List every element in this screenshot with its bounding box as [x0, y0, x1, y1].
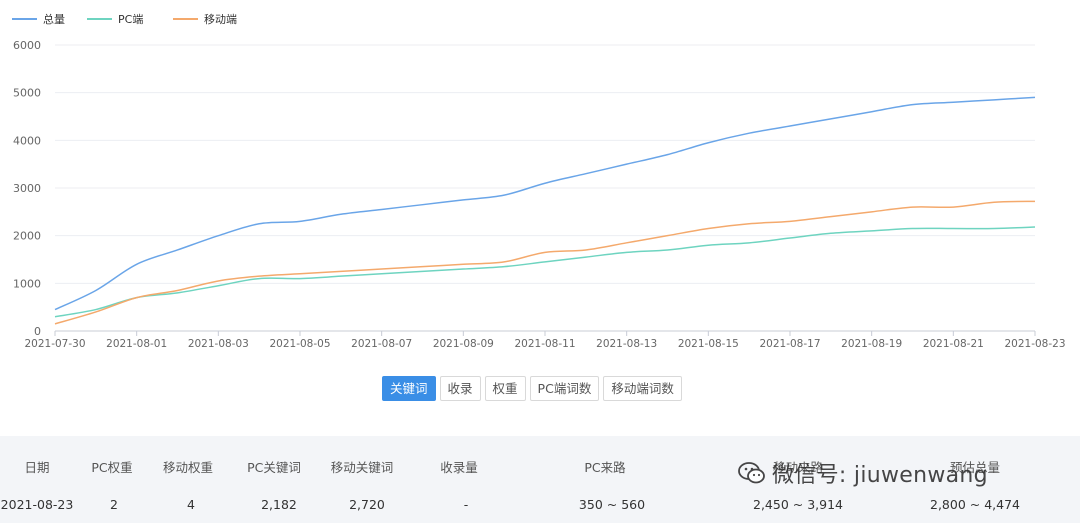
- table-cell-mobile-traffic: 2,450 ~ 3,914: [753, 497, 843, 512]
- y-tick-label: 6000: [13, 39, 41, 52]
- table-header-pc-traffic: PC来路: [584, 460, 626, 475]
- x-tick-label: 2021-08-13: [596, 338, 657, 350]
- wechat-icon: [738, 462, 765, 484]
- tab-weight-button[interactable]: 权重: [484, 376, 526, 401]
- table-cell-indexed: -: [463, 497, 469, 512]
- legend-label-0: 总量: [43, 12, 65, 26]
- keyword-trend-chart: 0 1000 2000 3000 4000 5000 6000 2021-07-30 2021-…: [0, 0, 1080, 360]
- metric-tab-bar: 关键词 收录 权重 PC端词数 移动端词数: [382, 376, 682, 401]
- tab-indexed-button[interactable]: 收录: [439, 376, 481, 401]
- table-header-pc-keywords: PC关键词: [247, 460, 301, 475]
- table-header-indexed: 收录量: [440, 460, 478, 475]
- table-cell-pc-traffic: 350 ~ 560: [578, 497, 646, 512]
- legend-label-1: PC端: [118, 13, 143, 26]
- tab-mobile-word-count-button[interactable]: 移动端词数: [603, 376, 682, 401]
- line-chart-svg: 0 1000 2000 3000 4000 5000 6000 2021-07-30 2021-…: [12, 12, 1066, 350]
- x-tick-label: 2021-08-11: [514, 338, 575, 350]
- y-tick-label: 4000: [13, 134, 41, 147]
- y-tick-label: 5000: [13, 87, 41, 100]
- y-tick-label: 3000: [13, 182, 41, 195]
- wechat-watermark: 微信号: jiuwenwang: [738, 457, 988, 489]
- tab-pc-word-count-button[interactable]: PC端词数: [529, 376, 600, 401]
- table-cell-pc-weight: 2: [110, 497, 118, 512]
- table-cell-pc-keywords: 2,182: [261, 497, 297, 512]
- table-header-date: 日期: [24, 460, 50, 475]
- x-tick-label: 2021-08-23: [1004, 338, 1065, 350]
- x-tick-label: 2021-08-09: [433, 338, 494, 350]
- y-tick-label: 0: [34, 325, 41, 338]
- table-header-pc-weight: PC权重: [91, 460, 133, 475]
- tab-keywords-button[interactable]: 关键词: [382, 376, 436, 401]
- legend-label-2: 移动端: [204, 13, 237, 26]
- x-tick-label: 2021-08-07: [351, 338, 412, 350]
- x-tick-label: 2021-08-15: [678, 338, 739, 350]
- table-cell-date: 2021-08-23: [0, 497, 74, 512]
- table-cell-mobile-weight: 4: [187, 497, 195, 512]
- series-line-0: [54, 96, 1036, 311]
- watermark-text: 微信号: jiuwenwang: [772, 463, 988, 488]
- table-cell-estimated-total: 2,800 ~ 4,474: [930, 497, 1020, 512]
- x-tick-label: 2021-08-21: [923, 338, 984, 350]
- x-tick-label: 2021-08-01: [106, 338, 167, 350]
- x-tick-label: 2021-08-05: [269, 338, 330, 350]
- x-tick-label: 2021-08-17: [759, 338, 820, 350]
- x-tick-label: 2021-08-03: [188, 338, 249, 350]
- table-header-mobile-keywords: 移动关键词: [330, 460, 394, 475]
- y-tick-label: 1000: [13, 277, 41, 290]
- x-tick-label: 2021-07-30: [24, 338, 85, 350]
- x-tick-label: 2021-08-19: [841, 338, 902, 350]
- y-tick-label: 2000: [13, 230, 41, 243]
- table-header-mobile-weight: 移动权重: [162, 460, 214, 475]
- table-cell-mobile-keywords: 2,720: [349, 497, 385, 512]
